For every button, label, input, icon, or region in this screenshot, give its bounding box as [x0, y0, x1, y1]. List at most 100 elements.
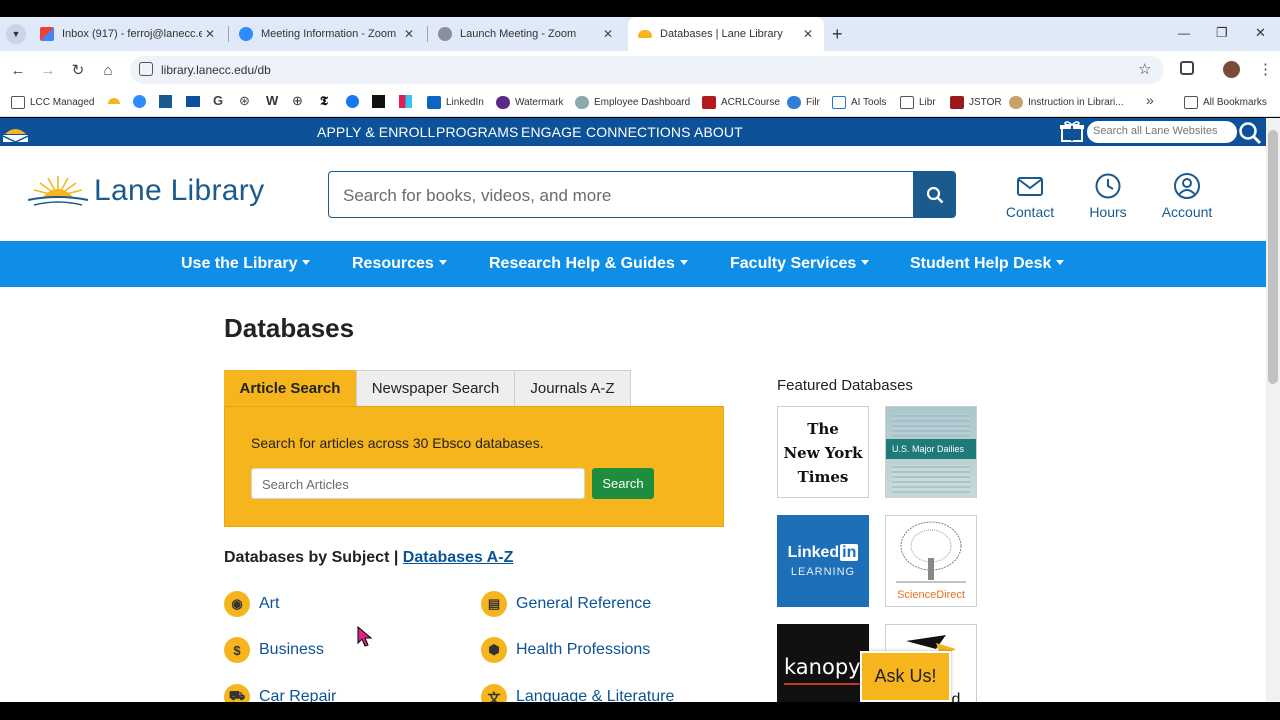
bookmark-employee-dashboard[interactable]: Employee Dashboard — [575, 94, 690, 110]
amazon-icon[interactable] — [372, 95, 385, 108]
tab-journals-az[interactable]: Journals A-Z — [514, 370, 631, 407]
facebook-icon[interactable] — [346, 95, 359, 108]
nav-student-help-desk[interactable]: Student Help Desk — [910, 255, 1065, 273]
zoom-icon[interactable] — [133, 95, 146, 108]
featured-kanopy[interactable]: kanopy — [777, 624, 869, 704]
site-title[interactable]: Lane Library — [94, 174, 264, 208]
topnav-about[interactable]: ABOUT — [694, 124, 743, 140]
subject-label: General Reference — [516, 595, 652, 612]
databases-az-link[interactable]: Databases A-Z — [403, 549, 514, 566]
topnav-connections[interactable]: CONNECTIONS — [586, 124, 691, 140]
featured-sciencedirect[interactable]: ScienceDirect — [885, 515, 977, 607]
close-icon[interactable]: ✕ — [202, 27, 218, 41]
bookmark-ai-tools[interactable]: AI Tools — [832, 94, 886, 110]
gift-icon[interactable] — [1060, 120, 1084, 142]
account-link[interactable]: Account — [1152, 172, 1222, 220]
bookmark-label: All Bookmarks — [1203, 96, 1267, 108]
box-icon[interactable] — [159, 95, 172, 108]
tab-newspaper-search[interactable]: Newspaper Search — [356, 370, 515, 407]
globe-icon[interactable]: ⊕ — [292, 93, 303, 109]
bookmark-watermark[interactable]: Watermark — [496, 94, 564, 110]
tab-title: Databases | Lane Library — [660, 28, 783, 40]
article-search-input[interactable]: Search Articles — [251, 468, 585, 499]
back-icon[interactable]: ← — [8, 60, 28, 80]
reload-icon[interactable]: ↻ — [68, 60, 88, 80]
jstor-icon — [950, 95, 964, 109]
nav-use-the-library[interactable]: Use the Library — [181, 255, 311, 273]
folder-icon — [11, 95, 25, 109]
tab-gmail[interactable]: Inbox (917) - ferroj@lanecc.edu ✕ — [30, 17, 226, 51]
globe-icon — [438, 27, 452, 41]
bookmark-acrlcourse[interactable]: ACRLCourse — [702, 94, 780, 110]
catalog-search-button[interactable] — [913, 171, 956, 218]
nav-resources[interactable]: Resources — [352, 255, 447, 273]
menu-icon[interactable]: ⋮ — [1258, 60, 1273, 78]
subject-health-professions[interactable]: ⬢ Health Professions — [481, 637, 650, 663]
hours-link[interactable]: Hours — [1073, 172, 1143, 220]
nav-faculty-services[interactable]: Faculty Services — [730, 255, 870, 273]
lane-sun-icon[interactable] — [108, 98, 120, 104]
close-icon[interactable]: ✕ — [401, 27, 417, 41]
web-icon[interactable]: ⊛ — [239, 93, 250, 109]
all-bookmarks-button[interactable]: All Bookmarks — [1184, 94, 1267, 110]
bookmark-libr[interactable]: Libr — [900, 94, 936, 110]
tab-zoom-launch[interactable]: Launch Meeting - Zoom ✕ — [428, 17, 624, 51]
site-search-input[interactable]: Search all Lane Websites — [1087, 121, 1237, 143]
bookmark-label: Watermark — [515, 96, 564, 108]
learning-word: LEARNING — [790, 566, 856, 578]
bookmark-lcc-managed[interactable]: LCC Managed — [11, 94, 94, 110]
restore-button[interactable]: ❐ — [1216, 25, 1228, 41]
nyt-icon[interactable]: 𝕿 — [320, 93, 328, 109]
topnav-programs[interactable]: PROGRAMS — [436, 124, 518, 140]
subject-business[interactable]: $ Business — [224, 637, 324, 663]
lane-logo-icon[interactable] — [2, 122, 29, 143]
featured-nyt[interactable]: The New York Times — [777, 406, 869, 498]
folder-icon — [900, 95, 914, 109]
bookmark-linkedin[interactable]: LinkedIn — [427, 94, 484, 110]
nav-research-help[interactable]: Research Help & Guides — [489, 255, 688, 273]
ask-us-button[interactable]: Ask Us! — [860, 651, 951, 702]
address-bar[interactable] — [130, 56, 1164, 84]
scrollbar-thumb[interactable] — [1268, 130, 1278, 384]
featured-us-major-dailies[interactable]: U.S. Major Dailies — [885, 406, 977, 498]
slack-icon[interactable] — [399, 95, 412, 108]
minimize-button[interactable]: — — [1178, 26, 1190, 40]
subject-art[interactable]: ◉ Art — [224, 591, 279, 617]
linkedin-icon — [427, 95, 441, 109]
search-icon — [926, 186, 943, 203]
mail-icon[interactable] — [186, 96, 200, 107]
tab-article-search[interactable]: Article Search — [224, 370, 356, 407]
article-search-button[interactable]: Search — [592, 468, 654, 499]
new-tab-button[interactable]: + — [832, 24, 843, 45]
star-icon[interactable]: ☆ — [1138, 60, 1151, 78]
avatar[interactable] — [1223, 61, 1240, 78]
tab-title: Meeting Information - Zoom — [261, 28, 397, 40]
search-icon[interactable] — [1238, 121, 1262, 145]
tab-databases[interactable]: Databases | Lane Library ✕ — [628, 17, 824, 51]
tab-zoom-info[interactable]: Meeting Information - Zoom ✕ — [229, 17, 425, 51]
google-icon[interactable]: G — [213, 93, 223, 108]
subject-heading-text: Databases by Subject — [224, 549, 390, 566]
featured-linkedin-learning[interactable]: Linked in LEARNING — [777, 515, 869, 607]
extensions-icon[interactable] — [1180, 61, 1194, 75]
topnav-engage[interactable]: ENGAGE — [521, 124, 582, 140]
close-icon[interactable]: ✕ — [800, 27, 816, 41]
topnav-apply-enroll[interactable]: APPLY & ENROLL — [317, 124, 435, 140]
bookmarks-overflow-button[interactable]: » — [1146, 92, 1154, 108]
tab-search-button[interactable]: ▼ — [6, 24, 26, 44]
site-info-icon[interactable] — [139, 62, 153, 76]
catalog-search-input[interactable]: Search for books, videos, and more — [328, 171, 914, 218]
bookmark-instruction[interactable]: Instruction in Librari... — [1009, 94, 1124, 110]
url-text[interactable]: library.lanecc.edu/db — [161, 63, 271, 77]
close-window-button[interactable]: ✕ — [1255, 25, 1266, 41]
lane-library-logo[interactable] — [27, 174, 89, 210]
forward-icon[interactable]: → — [38, 60, 58, 80]
heading-divider: | — [389, 549, 403, 566]
wikipedia-icon[interactable]: W — [266, 93, 278, 108]
bookmark-filr[interactable]: Filr — [787, 94, 820, 110]
home-icon[interactable]: ⌂ — [98, 60, 118, 80]
bookmark-jstor[interactable]: JSTOR — [950, 94, 1002, 110]
subject-general-reference[interactable]: ▤ General Reference — [481, 591, 651, 617]
contact-link[interactable]: Contact — [995, 172, 1065, 220]
close-icon[interactable]: ✕ — [600, 27, 616, 41]
